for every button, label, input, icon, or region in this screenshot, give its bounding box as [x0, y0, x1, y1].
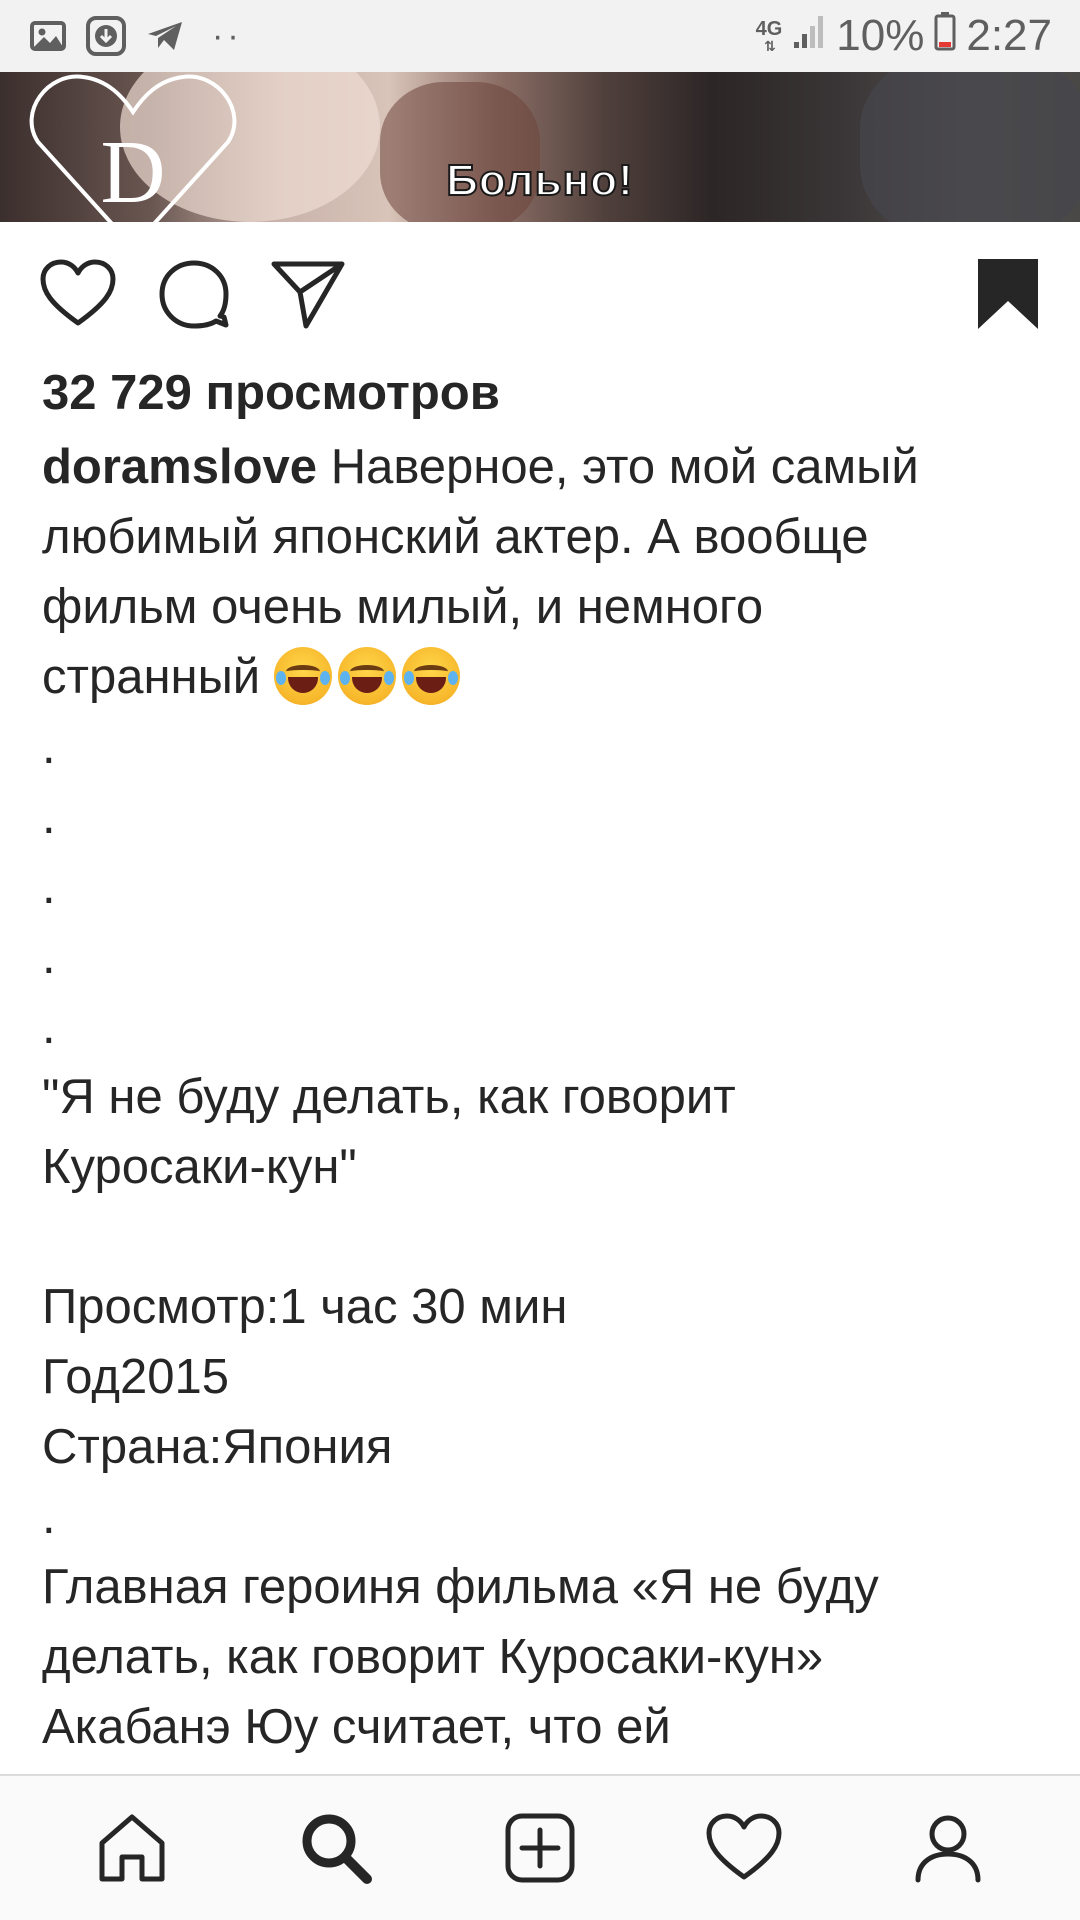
- video-subtitle: Больно!: [445, 155, 634, 206]
- tears-of-joy-emoji-icon: [401, 647, 460, 705]
- dot-line: .: [42, 860, 56, 914]
- search-icon: [302, 1814, 372, 1884]
- tears-of-joy-emoji-icon: [273, 647, 332, 705]
- add-post-icon: [505, 1813, 575, 1883]
- battery-percent: 10%: [836, 11, 925, 60]
- save-button[interactable]: [976, 257, 1040, 331]
- dot-line: .: [42, 720, 56, 774]
- bookmark-filled-icon: [978, 259, 1038, 329]
- dot-line: .: [42, 930, 56, 984]
- signal-icon: [792, 11, 826, 61]
- nav-activity[interactable]: [684, 1788, 804, 1908]
- post-content: 32 729 просмотров doramslove Наверное, э…: [42, 358, 1042, 1762]
- description-line: Главная героиня фильма «Я не буду: [42, 1560, 879, 1614]
- network-label: 4G: [755, 18, 783, 40]
- comment-button[interactable]: [158, 259, 230, 329]
- bottom-navigation: [0, 1774, 1080, 1920]
- send-icon: [271, 261, 345, 329]
- description-line: делать, как говорит Куросаки-кун»: [42, 1630, 824, 1684]
- description-line: Акабанэ Юу считает, что ей: [42, 1700, 671, 1754]
- comment-bubble-icon: [159, 260, 229, 329]
- clock: 2:27: [966, 11, 1052, 60]
- dot-line: .: [42, 1000, 56, 1054]
- post-actions: [0, 244, 1080, 344]
- nav-home[interactable]: [72, 1788, 192, 1908]
- views-count[interactable]: 32 729 просмотров: [42, 358, 1042, 428]
- status-left: ··: [30, 16, 243, 56]
- gallery-icon: [30, 21, 66, 51]
- heart-icon: [40, 259, 116, 326]
- username-link[interactable]: doramslove: [42, 440, 317, 494]
- caption-line: doramslove Наверное, это мой самый: [42, 432, 1042, 502]
- year-line: Год2015: [42, 1350, 230, 1404]
- nav-search[interactable]: [276, 1788, 396, 1908]
- caption-text: Наверное, это мой самый: [330, 440, 919, 494]
- share-button[interactable]: [270, 258, 346, 330]
- battery-icon: [934, 11, 956, 62]
- caption-line: любимый японский актер. А вообще: [42, 510, 869, 564]
- country-line: Страна:Япония: [42, 1420, 393, 1474]
- home-icon: [99, 1814, 165, 1882]
- caption-line: странный: [42, 642, 1042, 712]
- nav-add-post[interactable]: [480, 1788, 600, 1908]
- tears-of-joy-emoji-icon: [337, 647, 396, 705]
- activity-heart-icon: [706, 1813, 782, 1880]
- caption-text: странный: [42, 650, 261, 704]
- telegram-icon: [146, 20, 184, 52]
- quote-line: "Я не буду делать, как говорит: [42, 1070, 736, 1124]
- dot-line: .: [42, 1490, 56, 1544]
- nav-profile[interactable]: [888, 1788, 1008, 1908]
- more-dots-icon: ··: [212, 17, 243, 55]
- duration-line: Просмотр:1 час 30 мин: [42, 1280, 568, 1334]
- network-type: 4G ⇅: [755, 18, 783, 54]
- status-right: 4G ⇅ 10% 2:27: [756, 11, 1052, 62]
- post-media[interactable]: D Больно!: [0, 72, 1080, 222]
- quote-line: Куросаки-кун": [42, 1140, 357, 1194]
- dot-line: .: [42, 790, 56, 844]
- like-button[interactable]: [40, 259, 116, 329]
- caption-line: фильм очень милый, и немного: [42, 580, 764, 634]
- status-bar: ·· 4G ⇅ 10% 2:27: [0, 0, 1080, 72]
- download-icon: [86, 16, 126, 56]
- profile-icon: [915, 1815, 981, 1883]
